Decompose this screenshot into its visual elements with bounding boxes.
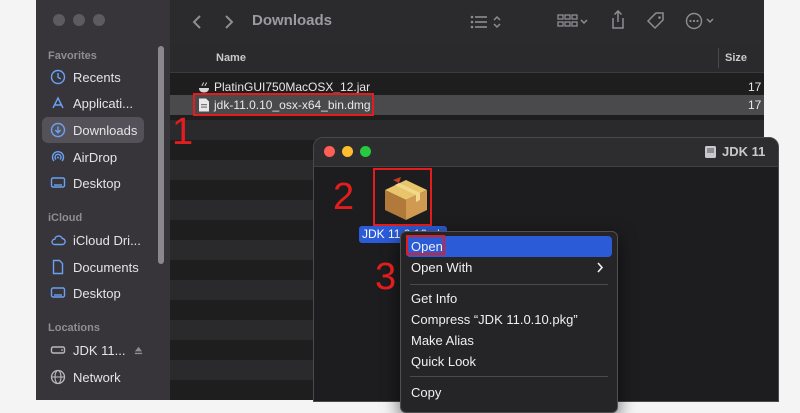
file-size: 17 xyxy=(748,98,762,112)
clock-icon xyxy=(50,69,66,85)
sidebar-item-documents[interactable]: Documents xyxy=(42,254,144,280)
dmg-close-button[interactable] xyxy=(324,146,335,157)
step3-number: 3 xyxy=(375,256,397,298)
menu-item-get-info[interactable]: Get Info xyxy=(406,288,612,309)
sidebar-section-favorites: Favorites xyxy=(48,50,97,62)
menu-separator xyxy=(410,376,608,377)
sidebar-item-label: AirDrop xyxy=(73,149,118,165)
sidebar-item-label: Desktop xyxy=(73,285,121,301)
download-icon xyxy=(50,122,66,138)
sidebar-scrollbar[interactable] xyxy=(158,46,164,264)
applications-icon xyxy=(52,96,64,109)
eject-icon[interactable] xyxy=(134,346,143,355)
column-name-header[interactable]: Name xyxy=(216,52,246,64)
sidebar-item-label: Desktop xyxy=(73,175,121,191)
sidebar-item-desktop[interactable]: Desktop xyxy=(42,170,144,196)
file-name: PlatinGUI750MacOSX_12.jar xyxy=(214,80,371,94)
menu-item-label: Compress “JDK 11.0.10.pkg” xyxy=(411,312,578,327)
cloud-icon xyxy=(51,235,66,246)
menu-item-make-alias[interactable]: Make Alias xyxy=(406,330,612,351)
share-icon[interactable] xyxy=(611,10,625,30)
sidebar-item-jdk-volume[interactable]: JDK 11... xyxy=(42,337,144,363)
step1-highlight-box xyxy=(193,93,374,116)
sidebar-item-network[interactable]: Network xyxy=(42,364,144,390)
column-divider[interactable] xyxy=(718,48,719,68)
more-actions-icon[interactable] xyxy=(685,12,719,30)
minimize-window-button[interactable] xyxy=(73,14,85,26)
sidebar-item-label: Recents xyxy=(73,69,121,85)
sidebar-section-icloud: iCloud xyxy=(48,212,83,224)
desktop-icon xyxy=(50,287,66,298)
list-view-icon[interactable] xyxy=(470,14,504,30)
menu-item-label: Copy xyxy=(411,385,442,400)
sidebar-item-airdrop[interactable]: AirDrop xyxy=(42,144,144,170)
column-size-header[interactable]: Size xyxy=(725,52,747,64)
zoom-window-button[interactable] xyxy=(93,14,105,26)
sidebar-item-label: Downloads xyxy=(73,122,138,138)
menu-item-label: Make Alias xyxy=(411,333,474,348)
menu-item-quick-look[interactable]: Quick Look xyxy=(406,351,612,372)
dmg-minimize-button[interactable] xyxy=(342,146,353,157)
disk-image-icon xyxy=(705,146,716,158)
menu-item-label: Get Info xyxy=(411,291,458,306)
forward-icon[interactable] xyxy=(224,14,234,30)
sidebar-item-label: iCloud Dri... xyxy=(73,232,141,248)
window-title: Downloads xyxy=(252,12,333,29)
disk-icon xyxy=(50,346,66,354)
step3-highlight-box xyxy=(406,235,445,255)
back-icon[interactable] xyxy=(192,14,202,30)
menu-item-label: Open With xyxy=(411,260,473,275)
step1-number: 1 xyxy=(172,111,194,153)
group-icon[interactable] xyxy=(557,13,591,31)
menu-item-open-with[interactable]: Open With xyxy=(406,257,612,278)
tag-icon[interactable] xyxy=(646,11,666,31)
menu-item-compress[interactable]: Compress “JDK 11.0.10.pkg” xyxy=(406,309,612,330)
network-icon xyxy=(50,369,66,385)
dmg-window-controls xyxy=(324,146,371,157)
step2-highlight-box xyxy=(373,168,432,226)
close-window-button[interactable] xyxy=(53,14,65,26)
sidebar-item-label: Documents xyxy=(73,259,139,275)
window-controls xyxy=(53,14,105,26)
desktop-icon xyxy=(50,177,66,188)
context-menu: Open Open With Get Info Compress “JDK 11… xyxy=(400,231,618,413)
menu-separator xyxy=(410,284,608,285)
file-size: 17 xyxy=(748,80,762,94)
sidebar-item-label: Applicati... xyxy=(73,95,133,111)
document-icon xyxy=(52,259,64,275)
sidebar-item-downloads[interactable]: Downloads xyxy=(42,117,144,143)
sidebar-item-icloud-drive[interactable]: iCloud Dri... xyxy=(42,227,144,253)
sidebar-item-applications[interactable]: Applicati... xyxy=(42,90,144,116)
menu-item-label: Quick Look xyxy=(411,354,477,369)
column-header: Name Size xyxy=(170,44,764,73)
sidebar-item-label: Network xyxy=(73,369,121,385)
chevron-right-icon xyxy=(597,262,604,273)
toolbar: Downloads xyxy=(170,0,764,44)
dmg-zoom-button[interactable] xyxy=(360,146,371,157)
dmg-window-titlebar: JDK 11 xyxy=(314,138,778,167)
sidebar: Favorites Recents Applicati... Downloads… xyxy=(36,0,170,400)
dmg-window-title: JDK 11 xyxy=(722,144,766,159)
sidebar-section-locations: Locations xyxy=(48,322,100,334)
sidebar-item-icloud-desktop[interactable]: Desktop xyxy=(42,280,144,306)
sidebar-item-label: JDK 11... xyxy=(73,342,126,358)
airdrop-icon xyxy=(51,151,65,162)
java-file-icon xyxy=(199,82,209,93)
step2-number: 2 xyxy=(333,176,355,218)
sidebar-item-recents[interactable]: Recents xyxy=(42,64,144,90)
